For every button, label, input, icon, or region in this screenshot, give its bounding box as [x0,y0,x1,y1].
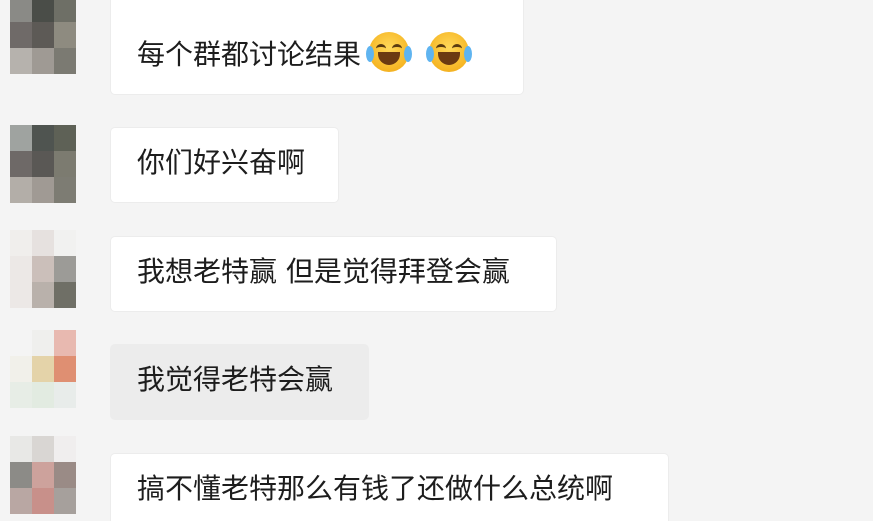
message-text: 我想老特赢 但是觉得拜登会赢 [137,255,510,288]
message-bubble[interactable]: 搞不懂老特那么有钱了还做什么总统啊 [111,454,668,521]
avatar-pixel [54,462,76,488]
avatar-pixel [54,436,76,462]
avatar-pixel [76,151,98,177]
avatar-pixel [54,48,76,74]
avatar-pixel [10,488,32,514]
avatar-pixel [32,256,54,282]
avatar-pixel [32,382,54,408]
avatar-pixel [32,125,54,151]
avatar-pixel [54,256,76,282]
avatar-pixel [10,177,32,203]
avatar-pixel [76,48,98,74]
avatar-pixel [10,330,32,356]
avatar-pixel [32,22,54,48]
avatar-pixel [54,230,76,256]
avatar-pixel [32,462,54,488]
avatar[interactable] [10,0,98,74]
avatar-pixel [10,256,32,282]
avatar-pixel [10,382,32,408]
avatar-pixel [32,436,54,462]
avatar-pixel [76,125,98,151]
message-bubble[interactable]: 你们好兴奋啊 [111,128,338,202]
avatar-pixel [10,0,32,22]
avatar-pixel [32,356,54,382]
avatar-pixel [76,330,98,356]
avatar-pixel [32,151,54,177]
avatar-pixel [10,462,32,488]
avatar-pixel [76,436,98,462]
avatar-pixel [10,22,32,48]
avatar-pixel [54,125,76,151]
avatar-pixel [32,0,54,22]
message-bubble[interactable]: 每个群都讨论结果 [111,0,523,94]
avatar-pixel [10,356,32,382]
avatar[interactable] [10,330,98,408]
message-text: 你们好兴奋啊 [137,146,306,179]
avatar-pixel [76,177,98,203]
avatar-pixel [10,125,32,151]
avatar-pixel [76,356,98,382]
avatar-pixel [32,230,54,256]
chat-window: 每个群都讨论结果 你们好兴奋啊 我想老特赢 但是觉得拜登会赢 我觉得老特会赢 搞… [0,0,873,521]
avatar[interactable] [10,230,98,308]
avatar-pixel [76,0,98,22]
avatar-pixel [10,151,32,177]
avatar[interactable] [10,125,98,203]
avatar-pixel [32,330,54,356]
laugh-cry-emoji-icon [426,32,473,72]
avatar-pixel [32,282,54,308]
avatar[interactable] [10,436,98,514]
avatar-pixel [76,230,98,256]
avatar-pixel [32,48,54,74]
avatar-pixel [54,382,76,408]
message-bubble[interactable]: 我觉得老特会赢 [111,345,368,419]
avatar-pixel [32,488,54,514]
avatar-pixel [10,230,32,256]
avatar-pixel [54,0,76,22]
avatar-pixel [76,256,98,282]
message-bubble[interactable]: 我想老特赢 但是觉得拜登会赢 [111,237,556,311]
avatar-pixel [76,488,98,514]
avatar-pixel [76,282,98,308]
avatar-pixel [10,436,32,462]
message-text: 每个群都讨论结果 [137,38,362,71]
avatar-pixel [54,177,76,203]
laugh-cry-emoji-icon [366,32,413,72]
avatar-pixel [54,330,76,356]
avatar-pixel [76,22,98,48]
message-text: 我觉得老特会赢 [137,363,334,396]
avatar-pixel [54,151,76,177]
avatar-pixel [54,356,76,382]
avatar-pixel [76,462,98,488]
avatar-pixel [54,22,76,48]
avatar-pixel [10,282,32,308]
avatar-pixel [10,48,32,74]
avatar-pixel [54,488,76,514]
avatar-pixel [54,282,76,308]
avatar-pixel [32,177,54,203]
message-text: 搞不懂老特那么有钱了还做什么总统啊 [137,472,614,505]
avatar-pixel [76,382,98,408]
